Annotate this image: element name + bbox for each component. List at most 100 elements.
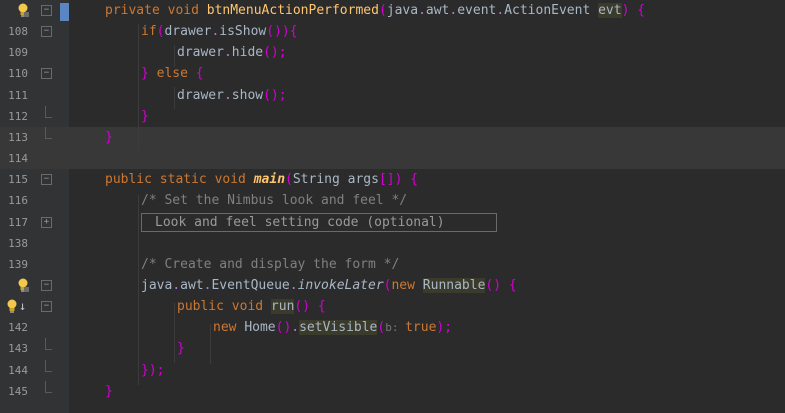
fold-collapse-icon[interactable]: − <box>41 68 52 80</box>
code-token: btnMenuActionPerformed <box>206 3 379 18</box>
intention-bulb-icon[interactable] <box>17 278 29 293</box>
indent-guide <box>174 87 175 109</box>
code-token: ) { <box>394 172 419 188</box>
fold-collapse-icon[interactable]: − <box>41 26 52 38</box>
code-line[interactable]: 139 /* Create and display the form */ <box>0 254 785 275</box>
code-token: { <box>629 3 646 18</box>
code-line[interactable]: 138 <box>0 233 785 254</box>
code-token: invokeLater <box>297 277 384 293</box>
intention-bulb-icon[interactable] <box>17 3 29 18</box>
code-token: () { <box>485 277 517 293</box>
code-token: } <box>141 108 149 124</box>
code-token: (); <box>263 87 287 103</box>
line-number: 116 <box>8 194 28 208</box>
indent-guide <box>138 195 139 385</box>
code-token: public void <box>177 299 271 315</box>
line-number: 111 <box>8 88 28 102</box>
code-line[interactable]: 112} <box>0 105 785 127</box>
code-token: } <box>105 129 113 145</box>
code-token: . <box>223 45 232 61</box>
code-token: } <box>105 383 113 399</box>
code-token: . <box>289 277 298 293</box>
code-token: java <box>141 277 173 293</box>
fold-collapse-icon[interactable]: − <box>41 5 52 16</box>
line-number: 117 <box>8 215 28 229</box>
code-token: java <box>386 3 419 18</box>
code-token: new <box>391 277 423 293</box>
fold-end-icon <box>45 359 52 372</box>
code-token: main <box>253 172 286 188</box>
code-text: } else { <box>141 63 204 84</box>
code-text: drawer.hide(); <box>177 42 287 63</box>
code-token: } <box>141 66 157 82</box>
line-number: 138 <box>8 236 28 250</box>
code-line[interactable]: 109 drawer.hide(); <box>0 42 785 63</box>
code-text: public static void main(String args[]) { <box>105 169 418 190</box>
code-token: String args <box>292 172 379 188</box>
code-line[interactable]: 115 − public static void main(String args[… <box>0 169 785 190</box>
code-line[interactable]: 111 drawer.show(); <box>0 85 785 106</box>
code-token: show <box>231 87 264 103</box>
code-token: awt <box>180 277 204 293</box>
code-token: run <box>270 299 295 315</box>
code-token: . <box>418 3 426 18</box>
code-text: java.awt.EventQueue.invokeLater(new Runn… <box>141 275 517 296</box>
line-number: 144 <box>8 363 28 377</box>
code-token: if <box>141 24 157 40</box>
code-token: ); <box>436 320 453 336</box>
code-text: public void run() { <box>177 296 326 317</box>
code-text: } <box>177 338 185 359</box>
code-text: drawer.show(); <box>177 85 287 106</box>
fold-expand-icon[interactable]: + <box>41 216 52 228</box>
code-line[interactable]: ↓ − public void run() { <box>0 296 785 317</box>
line-number: 109 <box>8 46 28 60</box>
code-token: () <box>275 320 292 336</box>
code-line[interactable]: 113} <box>0 126 785 148</box>
code-token: drawer <box>164 24 212 40</box>
line-number: 113 <box>8 130 28 144</box>
code-line[interactable]: 142 new Home().setVisible(b: true); <box>0 317 785 338</box>
code-line[interactable]: 108 − if(drawer.isShow()){ <box>0 21 785 42</box>
indent-guide <box>174 303 175 363</box>
code-token: awt <box>425 3 450 18</box>
code-line[interactable]: 117 + Look and feel setting code (optional… <box>0 212 785 233</box>
code-token: . <box>223 87 232 103</box>
code-token: b: <box>385 321 406 335</box>
code-token: EventQueue <box>211 277 290 293</box>
code-token: ActionEvent <box>504 3 599 18</box>
code-token: ( <box>378 3 387 18</box>
fold-collapse-icon[interactable]: − <box>41 279 52 291</box>
intention-bulb-icon[interactable] <box>6 299 18 314</box>
code-text: if(drawer.isShow()){ <box>141 21 298 42</box>
code-text: } <box>141 106 149 127</box>
code-token: Home <box>244 320 276 336</box>
code-token: () { <box>294 299 326 315</box>
code-token: true <box>405 320 437 336</box>
fold-end-icon <box>45 380 52 393</box>
indent-guide <box>174 45 175 67</box>
code-token: setVisible <box>299 320 378 336</box>
code-line[interactable]: − private void btnMenuActionPerformed(jav… <box>0 0 785 21</box>
code-token: (); <box>263 45 287 61</box>
line-number: 139 <box>8 257 28 271</box>
code-text: /* Set the Nimbus look and feel */ <box>141 190 407 211</box>
line-number: 145 <box>8 384 28 398</box>
code-token: isShow <box>219 24 267 40</box>
code-token: drawer <box>177 45 224 61</box>
code-line[interactable]: 114 <box>0 148 785 170</box>
line-number: 142 <box>8 321 28 335</box>
code-line[interactable]: 144}); <box>0 359 785 381</box>
code-line[interactable]: 110 − } else { <box>0 63 785 84</box>
code-token: evt <box>598 3 622 18</box>
code-line[interactable]: 143} <box>0 338 785 359</box>
folded-code-region[interactable]: Look and feel setting code (optional) <box>141 212 497 232</box>
code-token: ( <box>285 172 293 188</box>
code-line[interactable]: 116 /* Set the Nimbus look and feel */ <box>0 190 785 211</box>
fold-collapse-icon[interactable]: − <box>41 301 52 313</box>
code-text: } <box>105 127 113 148</box>
code-line[interactable]: − java.awt.EventQueue.invokeLater(new Run… <box>0 275 785 296</box>
line-number: 110 <box>8 67 28 81</box>
fold-collapse-icon[interactable]: − <box>41 174 52 186</box>
code-line[interactable]: 145} <box>0 380 785 402</box>
fold-end-icon <box>45 105 52 118</box>
